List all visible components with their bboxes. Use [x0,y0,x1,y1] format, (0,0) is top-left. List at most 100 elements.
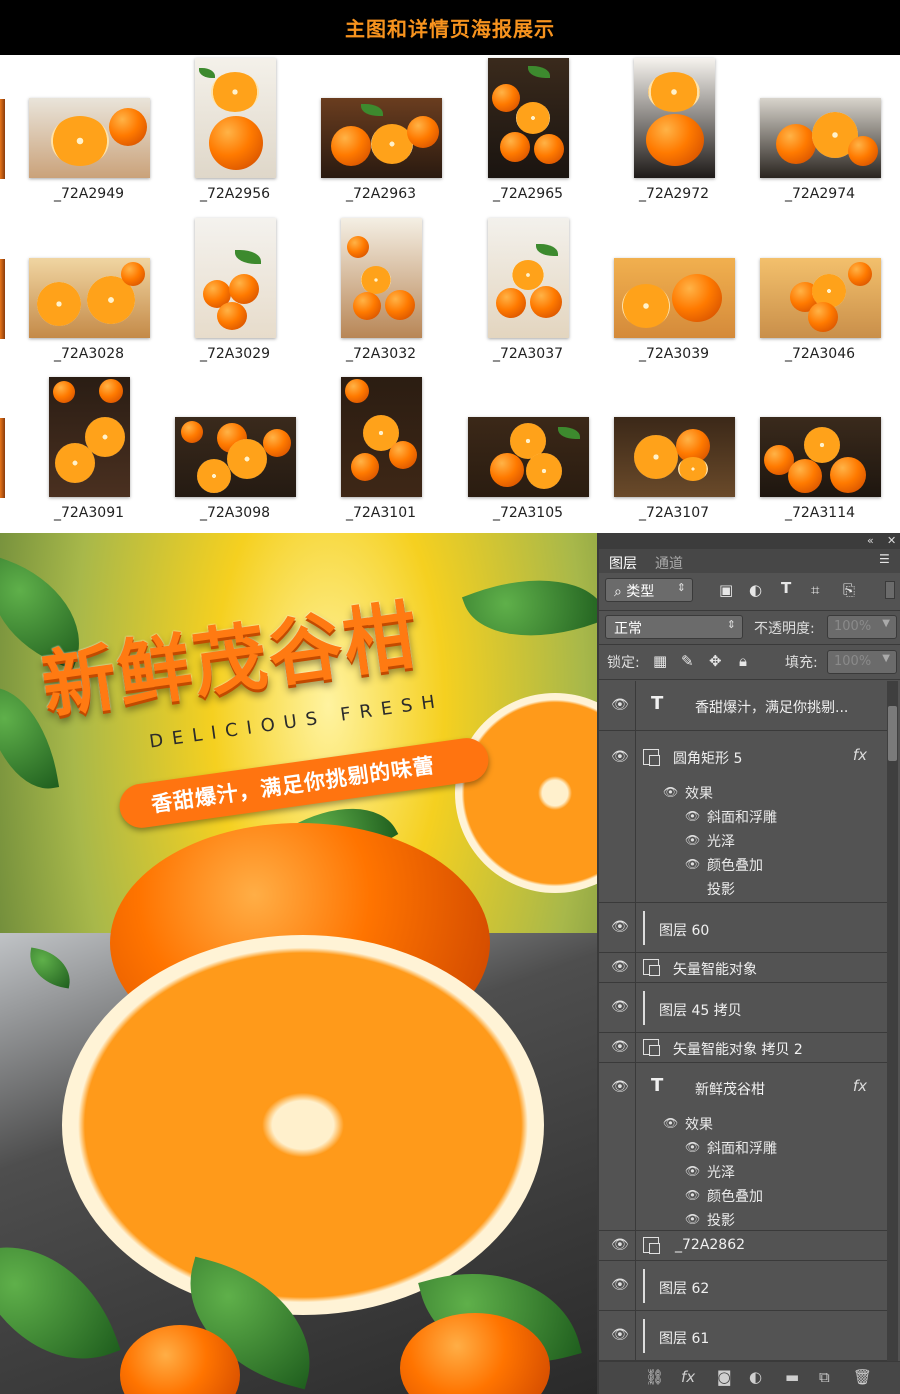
visibility-eye-icon[interactable]: 👁︎ [611,749,629,765]
divider [599,679,900,680]
layer-row[interactable]: 👁︎ 圆角矩形 5 fx 👁︎ 效果 👁︎ 斜面和浮雕 👁︎ 光泽 👁︎ 颜色叠… [599,731,887,903]
thumbnail-image [341,377,422,497]
tab-channels[interactable]: 通道 [655,553,683,573]
smart-object-filter-icon[interactable]: ⎘ [843,581,855,599]
layer-name: 图层 45 拷贝 [659,1003,742,1019]
smart-object-icon [643,959,660,976]
layer-row[interactable]: 👁︎ 图层 62 [599,1261,887,1311]
thumbnail-label: _72A2972 [638,186,710,202]
thumbnail-image [195,218,276,338]
visibility-eye-icon[interactable]: 👁︎ [611,1079,629,1095]
lock-brush-icon[interactable]: ✎ [681,652,694,670]
shape-filter-icon[interactable]: ⌗ [811,581,819,599]
layer-name: 香甜爆汁，满足你挑剔... [695,700,849,716]
orange-half-image [62,935,544,1315]
thumbnail-image [195,58,276,178]
visibility-eye-icon[interactable]: 👁︎ [611,697,629,713]
layer-row[interactable]: 👁︎ 图层 45 拷贝 [599,983,887,1033]
trash-icon[interactable]: 🗑︎ [853,1368,872,1386]
effect-item[interactable]: 颜色叠加 [707,1186,763,1206]
effect-item[interactable]: 斜面和浮雕 [707,1138,777,1158]
effect-item[interactable]: 颜色叠加 [707,855,763,875]
thumbnail-label: _72A3037 [492,346,564,362]
thumbnail-image [760,98,881,178]
new-layer-icon[interactable]: ⧉ [819,1368,830,1386]
visibility-eye-icon[interactable]: 👁︎ [685,809,700,823]
collapse-icon[interactable]: « [867,534,874,547]
lock-transparency-icon[interactable]: ▦ [653,652,667,670]
panel-menu-icon[interactable]: ☰ [879,552,890,566]
visibility-eye-icon[interactable]: 👁︎ [663,1116,678,1130]
layer-row[interactable]: 👁︎ 矢量智能对象 拷贝 2 [599,1033,887,1063]
poster-canvas[interactable]: 新鲜茂谷柑 DELICIOUS FRESH 香甜爆汁，满足你挑剔的味蕾 [0,533,597,1394]
effect-item[interactable]: 投影 [707,879,735,899]
lock-all-icon[interactable]: 🔒︎ [739,652,747,670]
effect-item[interactable]: 光泽 [707,831,735,851]
visibility-eye-icon[interactable]: 👁︎ [685,857,700,871]
effect-item[interactable]: 投影 [707,1210,735,1230]
panel-tabs: 图层 通道 ☰ [599,549,900,573]
visibility-eye-icon[interactable]: 👁︎ [611,1277,629,1293]
visibility-eye-icon[interactable]: 👁︎ [611,1039,629,1055]
visibility-eye-icon[interactable]: 👁︎ [663,785,678,799]
layer-row[interactable]: 👁︎ T 香甜爆汁，满足你挑剔... [599,681,887,731]
layers-panel: « ✕ 图层 通道 ☰ ⌕ 类型 ⇕ ▣ ◐ T ⌗ ⎘ 正常 ⇕ 不透明度: … [597,533,900,1394]
visibility-eye-icon[interactable]: 👁︎ [685,1188,700,1202]
thumbnail-image [614,417,735,497]
fx-icon[interactable]: fx [681,1368,695,1386]
opacity-input[interactable]: 100% ▼ [827,615,897,639]
layer-name: _72A2862 [675,1237,746,1253]
mask-icon[interactable]: ◙ [717,1368,732,1386]
thumbnail-label: _72A2974 [784,186,856,202]
thumbnail-label: _72A3039 [638,346,710,362]
panel-titlebar: « ✕ [599,533,900,549]
visibility-eye-icon[interactable]: 👁︎ [685,1212,700,1226]
chevron-down-icon: ▼ [882,618,890,629]
thumbnail-label: _72A2949 [53,186,125,202]
visibility-eye-icon[interactable]: 👁︎ [611,999,629,1015]
layer-row[interactable]: 👁︎ 矢量智能对象 [599,953,887,983]
filter-toggle[interactable] [885,581,895,599]
folder-icon[interactable]: ▬ [785,1368,799,1386]
layer-row[interactable]: 👁︎ 图层 60 [599,903,887,953]
thumbnail-image [49,377,130,497]
visibility-eye-icon[interactable]: 👁︎ [611,959,629,975]
thumbnail-label: _72A3101 [345,505,417,521]
effects-label: 效果 [685,1117,713,1133]
thumbnail-cutoff [0,99,5,179]
lock-move-icon[interactable]: ✥ [709,652,722,670]
close-icon[interactable]: ✕ [887,534,896,547]
page-header: 主图和详情页海报展示 [0,0,900,55]
type-filter-icon[interactable]: T [781,579,791,597]
effect-item[interactable]: 斜面和浮雕 [707,807,777,827]
visibility-eye-icon[interactable]: 👁︎ [685,833,700,847]
visibility-eye-icon[interactable]: 👁︎ [685,1164,700,1178]
adjustment-icon[interactable]: ◐ [749,1368,762,1386]
visibility-eye-icon[interactable]: 👁︎ [611,919,629,935]
effect-item[interactable]: 光泽 [707,1162,735,1182]
fill-input[interactable]: 100% ▼ [827,650,897,674]
fx-icon[interactable]: fx [853,746,867,764]
adjustment-filter-icon[interactable]: ◐ [749,581,762,599]
link-icon[interactable]: ⛓ [645,1368,664,1386]
visibility-eye-icon[interactable]: 👁︎ [611,1237,629,1253]
pixel-filter-icon[interactable]: ▣ [719,581,733,599]
tab-layers[interactable]: 图层 [609,553,637,573]
scrollbar-thumb[interactable] [888,706,897,761]
layer-row[interactable]: 👁︎ _72A2862 [599,1231,887,1261]
layer-thumbnail [643,1319,645,1353]
visibility-eye-icon[interactable]: 👁︎ [685,1140,700,1154]
layer-list: 👁︎ T 香甜爆汁，满足你挑剔... 👁︎ 圆角矩形 5 fx 👁︎ 效果 👁︎… [599,681,887,1361]
thumbnail-image [321,98,442,178]
thumbnail-label: _72A3098 [199,505,271,521]
filter-type-select[interactable]: ⌕ 类型 ⇕ [605,578,693,602]
thumbnail-label: _72A3046 [784,346,856,362]
blend-mode-select[interactable]: 正常 ⇕ [605,615,743,639]
thumbnail-label: _72A3091 [53,505,125,521]
layer-row[interactable]: 👁︎ T 新鲜茂谷柑 fx 👁︎ 效果 👁︎ 斜面和浮雕 👁︎ 光泽 👁︎ 颜色… [599,1063,887,1231]
layers-scrollbar[interactable] [887,681,898,1361]
layer-row[interactable]: 👁︎ 图层 61 [599,1311,887,1361]
fx-icon[interactable]: fx [853,1077,867,1095]
visibility-eye-icon[interactable]: 👁︎ [611,1327,629,1343]
layer-name: 矢量智能对象 [673,962,757,978]
